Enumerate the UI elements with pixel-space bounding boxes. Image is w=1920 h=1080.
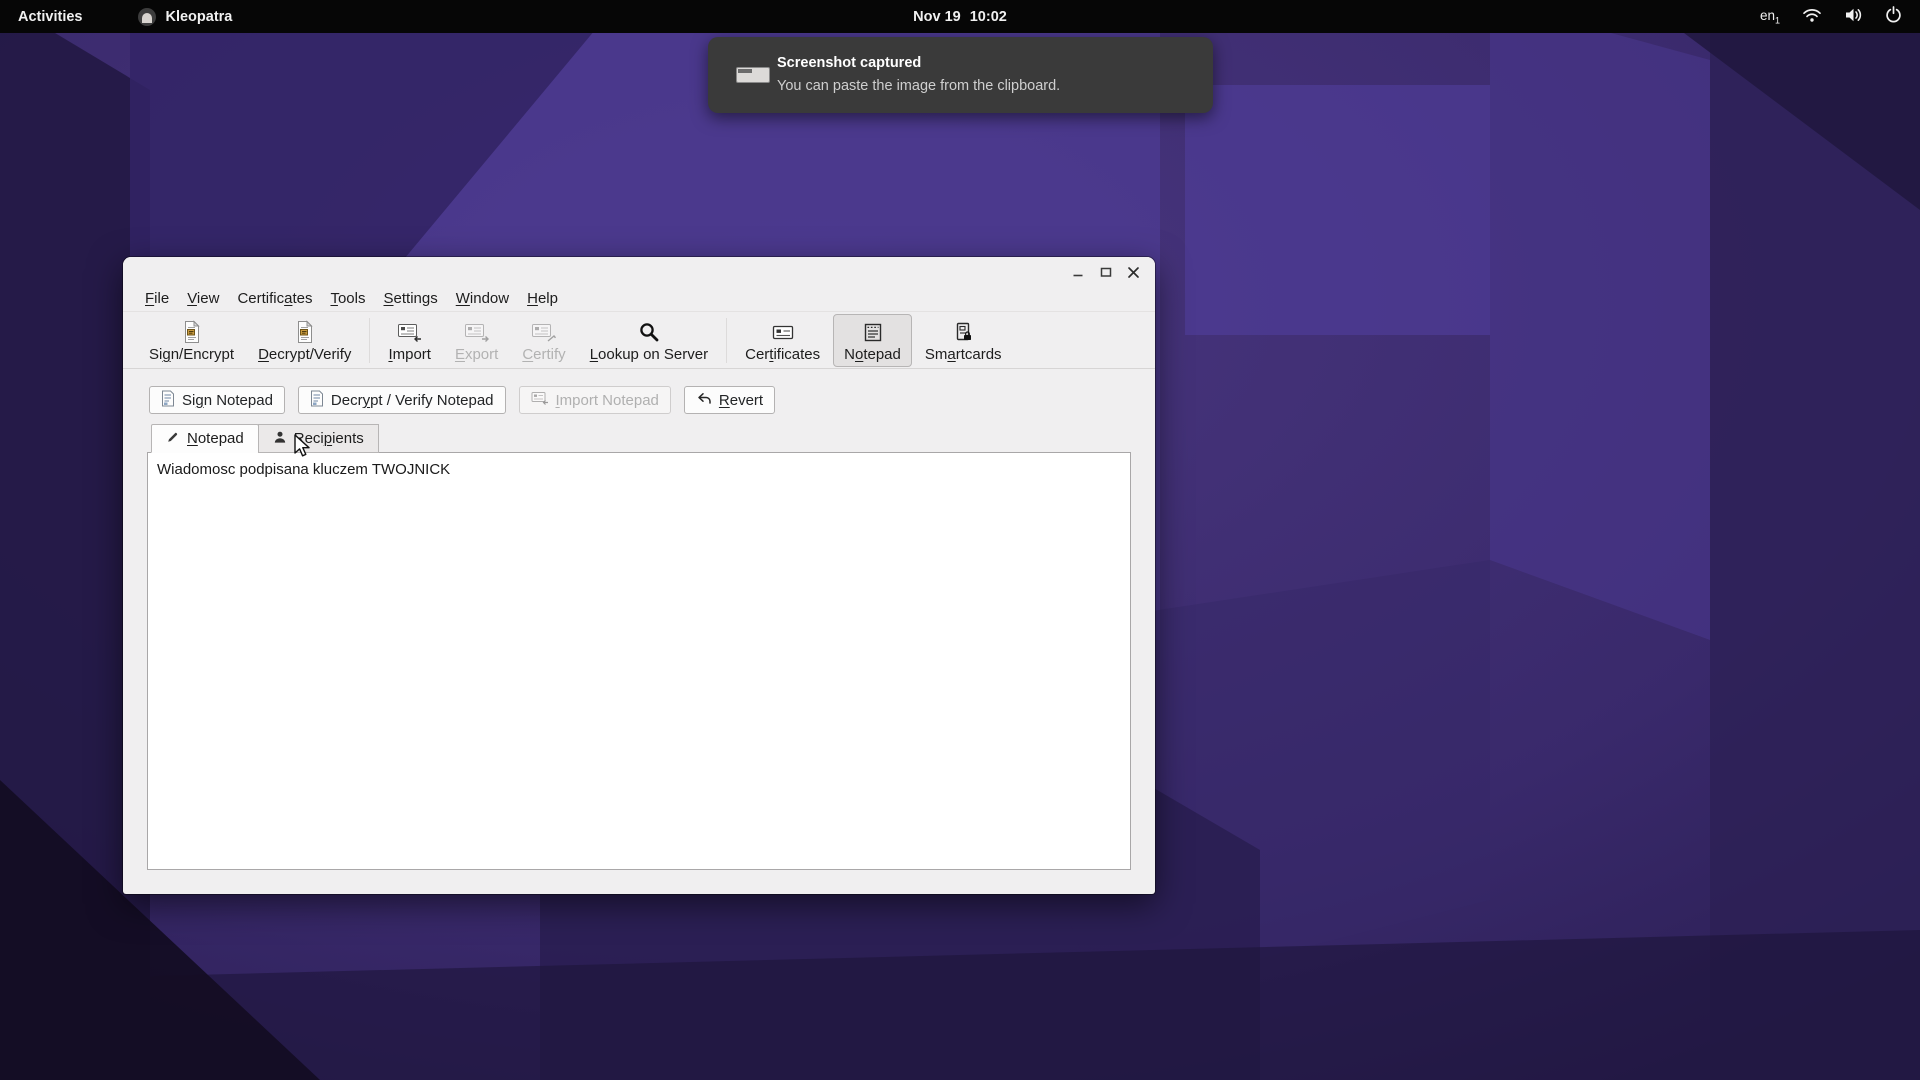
export-icon xyxy=(464,320,490,344)
tab-recipients[interactable]: Recipients xyxy=(258,424,379,453)
toolbar: Sign/Encrypt Decrypt/Verify xyxy=(123,313,1155,369)
menu-bar: File View Certificates Tools Settings Wi… xyxy=(123,285,1155,312)
toolbar-notepad[interactable]: Notepad xyxy=(833,314,912,367)
kleopatra-app-icon xyxy=(138,8,156,26)
wifi-icon[interactable] xyxy=(1802,7,1822,27)
menu-settings[interactable]: Settings xyxy=(375,287,447,310)
toolbar-sign-encrypt[interactable]: Sign/Encrypt xyxy=(138,314,245,367)
menu-window[interactable]: Window xyxy=(447,287,518,310)
revert-button[interactable]: Revert xyxy=(684,386,775,414)
minimize-icon[interactable] xyxy=(1069,264,1086,281)
toolbar-decrypt-verify[interactable]: Decrypt/Verify xyxy=(247,314,362,367)
notepad-action-row: Sign Notepad Decrypt / Verify Notepad xyxy=(149,386,775,414)
toolbar-import[interactable]: Import xyxy=(377,314,442,367)
notepad-panel: Wiadomosc podpisana kluczem TWOJNICK xyxy=(147,452,1131,870)
revert-icon xyxy=(696,391,712,410)
notepad-tab-bar: Notepad Recipients xyxy=(151,424,378,453)
keyboard-layout-indicator[interactable]: en1 xyxy=(1760,8,1780,26)
tab-notepad[interactable]: Notepad xyxy=(151,424,259,453)
toolbar-certificates[interactable]: Certificates xyxy=(734,314,831,367)
notification-toast[interactable]: Screenshot captured You can paste the im… xyxy=(708,37,1213,113)
toolbar-export[interactable]: Export xyxy=(444,314,509,367)
toolbar-separator xyxy=(369,318,370,363)
sign-notepad-button[interactable]: Sign Notepad xyxy=(149,386,285,414)
app-menu-label: Kleopatra xyxy=(165,9,232,25)
notepad-textarea[interactable]: Wiadomosc podpisana kluczem TWOJNICK xyxy=(147,452,1131,870)
notification-body: You can paste the image from the clipboa… xyxy=(777,78,1060,94)
close-icon[interactable] xyxy=(1125,264,1142,281)
import-notepad-icon xyxy=(531,391,549,409)
screenshot-thumbnail-icon xyxy=(736,67,770,83)
decrypt-verify-notepad-icon xyxy=(310,390,324,411)
power-icon[interactable] xyxy=(1885,6,1902,27)
notification-title: Screenshot captured xyxy=(777,55,921,71)
gnome-top-bar: Activities Kleopatra Nov 19 10:02 en1 xyxy=(0,0,1920,33)
clock-time: 10:02 xyxy=(970,9,1007,25)
maximize-icon[interactable] xyxy=(1097,264,1114,281)
search-icon xyxy=(638,320,660,344)
smartcards-icon xyxy=(953,320,973,344)
import-notepad-button[interactable]: Import Notepad xyxy=(519,386,671,414)
recipients-person-icon xyxy=(273,430,287,448)
toolbar-certify[interactable]: Certify xyxy=(511,314,576,367)
certificates-icon xyxy=(771,320,795,344)
volume-icon[interactable] xyxy=(1844,7,1863,27)
toolbar-smartcards[interactable]: Smartcards xyxy=(914,314,1013,367)
sign-notepad-icon xyxy=(161,390,175,411)
menu-help[interactable]: Help xyxy=(518,287,567,310)
import-icon xyxy=(397,320,423,344)
pencil-icon xyxy=(166,430,180,448)
window-titlebar[interactable] xyxy=(123,257,1155,287)
sign-encrypt-icon xyxy=(182,320,202,344)
menu-certificates[interactable]: Certificates xyxy=(228,287,321,310)
activities-button[interactable]: Activities xyxy=(18,9,82,25)
mouse-cursor xyxy=(293,434,315,465)
menu-tools[interactable]: Tools xyxy=(321,287,374,310)
notepad-icon xyxy=(862,320,884,344)
menu-file[interactable]: File xyxy=(136,287,178,310)
certify-icon xyxy=(531,320,557,344)
toolbar-lookup-on-server[interactable]: Lookup on Server xyxy=(579,314,719,367)
menu-view[interactable]: View xyxy=(178,287,228,310)
app-menu[interactable]: Kleopatra xyxy=(138,8,232,26)
decrypt-verify-notepad-button[interactable]: Decrypt / Verify Notepad xyxy=(298,386,506,414)
kleopatra-window: File View Certificates Tools Settings Wi… xyxy=(123,257,1155,894)
clock[interactable]: Nov 19 10:02 xyxy=(0,0,1920,33)
clock-date: Nov 19 xyxy=(913,9,961,25)
toolbar-separator xyxy=(726,318,727,363)
decrypt-verify-icon xyxy=(295,320,315,344)
